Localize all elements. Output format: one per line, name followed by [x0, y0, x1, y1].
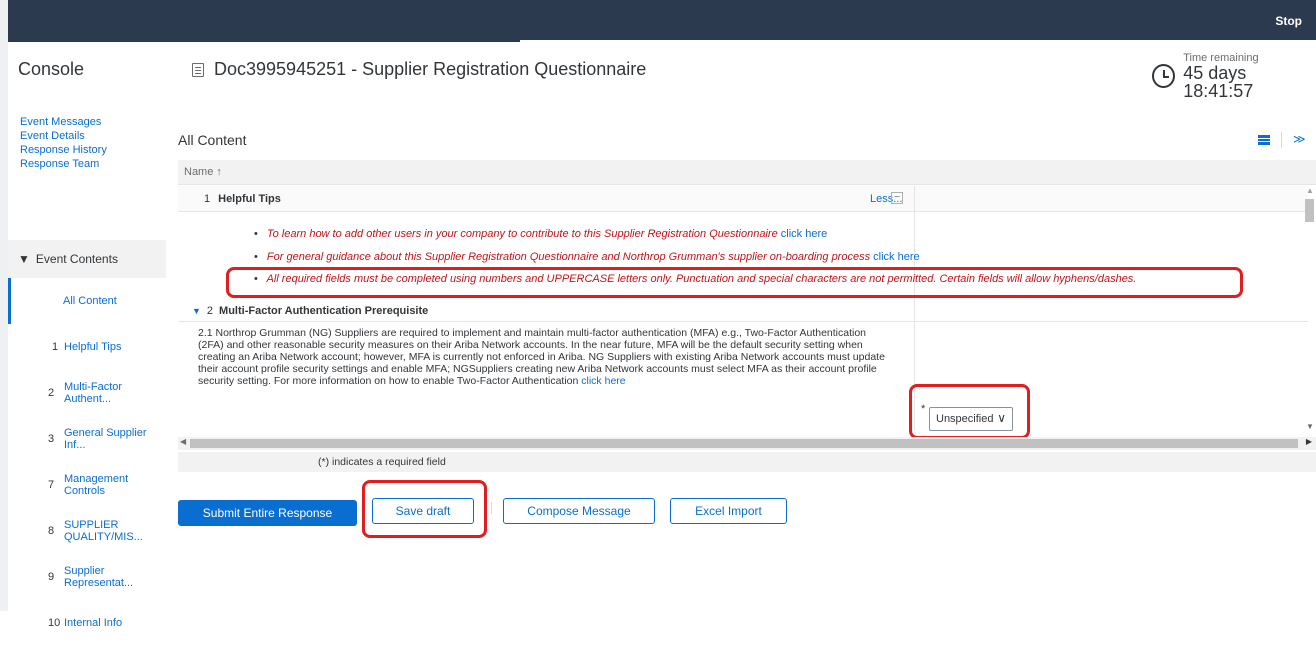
highlight-box	[226, 267, 1243, 298]
highlight-box	[909, 384, 1030, 439]
content-grid: Name ↑ 1 Helpful Tips Less... − • To lea…	[178, 160, 1316, 457]
column-header-name[interactable]: Name ↑	[178, 160, 1316, 185]
tip-line: • To learn how to add other users in you…	[254, 228, 827, 240]
event-contents-header[interactable]: ▼ Event Contents	[8, 240, 166, 278]
highlight-box	[362, 480, 487, 538]
row-multi-factor: ▼ 2 Multi-Factor Authentication Prerequi…	[178, 300, 1308, 322]
collapse-icon[interactable]: −	[891, 192, 903, 204]
top-bar: Stop	[0, 0, 1316, 40]
nav-item-helpful-tips[interactable]: 1 Helpful Tips	[8, 324, 166, 370]
nav-item-label: All Content	[63, 295, 117, 307]
row-number: 1	[204, 192, 211, 205]
bullet: •	[254, 251, 258, 263]
event-links: Event Messages Event Details Response Hi…	[20, 115, 107, 171]
scroll-up-icon[interactable]: ▲	[1306, 186, 1314, 195]
nav-item-number: 1	[52, 341, 59, 353]
nav-item-number: 8	[48, 525, 55, 537]
response-history-link[interactable]: Response History	[20, 143, 107, 157]
time-remaining-value: 45 days 18:41:57	[1183, 63, 1254, 101]
excel-import-button[interactable]: Excel Import	[670, 498, 787, 524]
nav-item-label: Multi-Factor Authent...	[64, 381, 123, 405]
scroll-left-icon[interactable]: ◀	[180, 437, 186, 446]
row-title: Helpful Tips	[218, 192, 281, 205]
question-body: 2.1 Northrop Grumman (NG) Suppliers are …	[198, 327, 885, 387]
response-team-link[interactable]: Response Team	[20, 157, 107, 171]
row-helpful-tips: 1 Helpful Tips Less... −	[178, 186, 1308, 212]
nav-item-supplier-representative[interactable]: 9 Supplier Representat...	[8, 554, 166, 600]
nav-item-number: 9	[48, 571, 55, 583]
nav-item-multi-factor[interactable]: 2 Multi-Factor Authent...	[8, 370, 166, 416]
required-field-note: (*) indicates a required field	[178, 452, 1316, 472]
row-title: Multi-Factor Authentication Prerequisite	[219, 304, 429, 317]
collapse-all-icon[interactable]: ≫	[1293, 132, 1306, 146]
nav-item-supplier-quality[interactable]: 8 SUPPLIER QUALITY/MIS...	[8, 508, 166, 554]
stop-button[interactable]: Stop	[1275, 14, 1302, 28]
doc-title-text: Doc3995945251 - Supplier Registration Qu…	[214, 59, 647, 79]
row-number: 2	[206, 304, 214, 317]
tip-text: For general guidance about this Supplier…	[266, 251, 871, 263]
nav-item-label: Helpful Tips	[64, 341, 122, 353]
tip-line: • For general guidance about this Suppli…	[254, 251, 920, 263]
vertical-scrollbar[interactable]: ▲ ▼	[1302, 186, 1316, 433]
nav-item-number: 7	[48, 479, 55, 491]
click-here-link[interactable]: click here	[873, 251, 919, 263]
nav-item-number: 10	[48, 617, 61, 629]
nav-item-label: General Supplier Inf...	[64, 427, 147, 451]
tip-text: To learn how to add other users in your …	[266, 228, 778, 240]
bullet: •	[254, 228, 258, 240]
scroll-down-icon[interactable]: ▼	[1306, 422, 1314, 431]
time-remaining: Time remaining 45 days 18:41:57	[1152, 52, 1316, 100]
nav-item-label: SUPPLIER QUALITY/MIS...	[64, 519, 143, 543]
console-title: Console	[18, 59, 85, 79]
left-edge	[0, 0, 8, 611]
nav-item-label: Supplier Representat...	[64, 565, 134, 589]
nav-item-number: 3	[48, 433, 55, 445]
clock-icon	[1152, 64, 1176, 88]
nav-item-label: Management Controls	[64, 473, 129, 497]
click-here-link[interactable]: click here	[581, 375, 625, 387]
submit-button[interactable]: Submit Entire Response	[178, 500, 357, 526]
table-view-icon[interactable]	[1258, 135, 1270, 145]
compose-message-button[interactable]: Compose Message	[503, 498, 655, 524]
nav-item-number: 2	[48, 387, 55, 399]
event-contents-label: Event Contents	[35, 252, 118, 266]
event-contents-nav: All Content 1 Helpful Tips 2 Multi-Facto…	[8, 278, 166, 646]
nav-item-management-controls[interactable]: 7 Management Controls	[8, 462, 166, 508]
header-underline	[8, 40, 520, 42]
button-divider	[491, 502, 492, 514]
page-title: Doc3995945251 - Supplier Registration Qu…	[192, 59, 646, 80]
event-details-link[interactable]: Event Details	[20, 129, 107, 143]
scroll-thumb[interactable]	[1305, 199, 1314, 222]
nav-item-internal-info[interactable]: 10 Internal Info	[8, 600, 166, 646]
document-icon	[192, 62, 204, 77]
triangle-down-icon: ▼	[18, 252, 30, 266]
nav-item-general-supplier[interactable]: 3 General Supplier Inf...	[8, 416, 166, 462]
nav-item-label: Internal Info	[64, 617, 123, 629]
nav-item-all-content[interactable]: All Content	[8, 278, 166, 324]
scroll-right-icon[interactable]: ▶	[1306, 437, 1312, 446]
section-title: All Content	[178, 132, 247, 148]
question-text: 2.1 Northrop Grumman (NG) Suppliers are …	[198, 327, 888, 387]
click-here-link[interactable]: click here	[781, 228, 827, 240]
triangle-down-icon[interactable]: ▼	[192, 306, 201, 316]
horizontal-scrollbar[interactable]: ◀ ▶	[178, 437, 1316, 450]
toolbar-divider	[1281, 132, 1282, 148]
event-messages-link[interactable]: Event Messages	[20, 115, 107, 129]
scroll-thumb[interactable]	[190, 439, 1298, 448]
